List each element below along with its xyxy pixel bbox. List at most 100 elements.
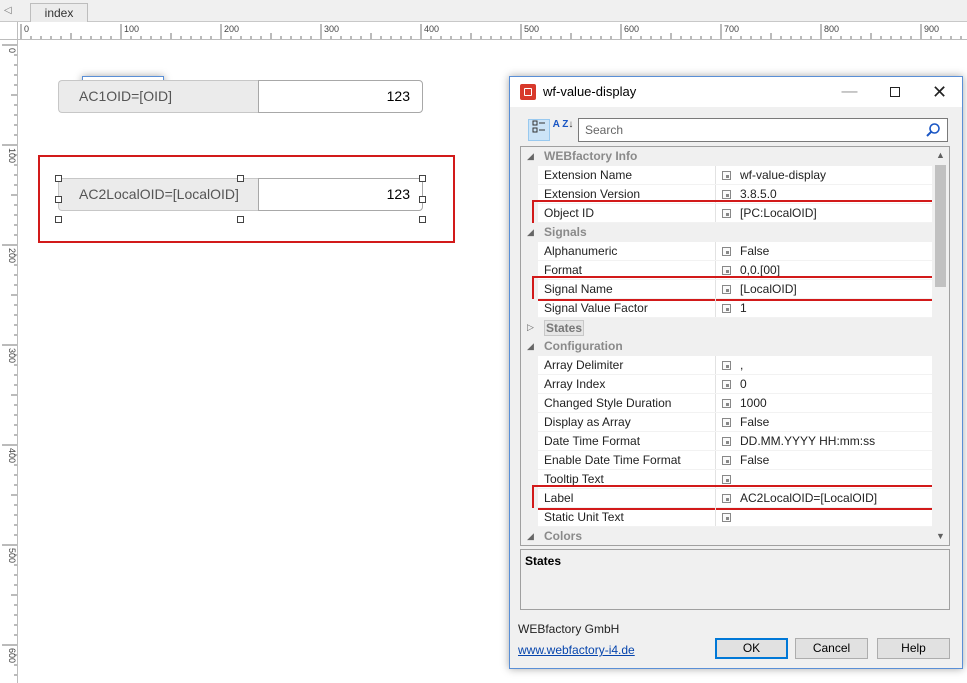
- resize-handle-right[interactable]: [419, 196, 426, 203]
- row-gutter: [521, 432, 538, 451]
- scroll-up-icon[interactable]: ▲: [932, 147, 949, 164]
- property-row[interactable]: Alphanumeric False: [521, 242, 933, 261]
- ruler-label: 100: [7, 148, 17, 163]
- value-display-widget-2[interactable]: AC2LocalOID=[LocalOID] 123: [58, 178, 423, 211]
- column-separator: [715, 356, 716, 375]
- collapse-icon[interactable]: ◢: [527, 527, 537, 545]
- property-value[interactable]: False: [740, 451, 769, 470]
- property-editor-icon[interactable]: [722, 418, 731, 427]
- close-button[interactable]: ✕: [917, 77, 962, 107]
- property-grid-scrollbar[interactable]: ▲ ▼: [932, 147, 949, 545]
- property-value[interactable]: False: [740, 413, 769, 432]
- help-pane-title: States: [525, 554, 562, 568]
- ruler-label: 800: [824, 24, 839, 34]
- property-editor-icon[interactable]: [722, 456, 731, 465]
- search-input[interactable]: [585, 122, 915, 138]
- value-display-widget-1[interactable]: AC1OID=[OID] 123: [58, 80, 423, 113]
- collapse-icon[interactable]: ◢: [527, 223, 537, 242]
- horizontal-ruler-ticks: 0 100 200 300 400 500 600 700 800 900: [20, 24, 962, 39]
- property-row[interactable]: Date Time Format DD.MM.YYYY HH:mm:ss: [521, 432, 933, 451]
- property-editor-icon[interactable]: [722, 399, 731, 408]
- expand-icon[interactable]: ▷: [527, 318, 537, 337]
- row-gutter: [521, 508, 538, 527]
- category-row[interactable]: ▷ States: [521, 318, 933, 337]
- property-value[interactable]: 1: [740, 299, 747, 318]
- property-editor-icon[interactable]: [722, 247, 731, 256]
- category-name: Signals: [544, 225, 587, 239]
- ruler-label: 500: [7, 548, 17, 563]
- property-editor-icon[interactable]: [722, 266, 731, 275]
- alphabetical-sort-button[interactable]: A Z↓: [552, 119, 574, 141]
- property-editor-icon[interactable]: [722, 304, 731, 313]
- ruler-label: 600: [7, 648, 17, 663]
- property-row[interactable]: Signal Value Factor 1: [521, 299, 933, 318]
- property-editor-icon[interactable]: [722, 171, 731, 180]
- resize-handle-top-left[interactable]: [55, 175, 62, 182]
- property-editor-icon[interactable]: [722, 475, 731, 484]
- category-row[interactable]: ◢ Signals: [521, 223, 933, 242]
- search-box[interactable]: [578, 118, 948, 142]
- category-name: States: [544, 320, 585, 336]
- ok-button[interactable]: OK: [715, 638, 788, 659]
- property-value[interactable]: 0: [740, 375, 747, 394]
- ruler-label: 700: [724, 24, 739, 34]
- widget-2-value: 123: [258, 178, 423, 211]
- property-value[interactable]: ,: [740, 356, 743, 375]
- category-row[interactable]: ◢ WEBfactory Info: [521, 147, 933, 166]
- scrollbar-thumb[interactable]: [935, 165, 946, 287]
- collapse-icon[interactable]: ◢: [527, 147, 537, 166]
- category-row[interactable]: ◢ Colors: [521, 527, 933, 545]
- ruler-corner: [0, 22, 18, 40]
- tab-index[interactable]: index: [30, 3, 88, 22]
- property-value[interactable]: DD.MM.YYYY HH:mm:ss: [740, 432, 875, 451]
- property-value[interactable]: False: [740, 242, 769, 261]
- maximize-button[interactable]: [872, 77, 917, 107]
- property-row[interactable]: Static Unit Text: [521, 508, 933, 527]
- column-separator: [715, 375, 716, 394]
- column-separator: [715, 508, 716, 527]
- property-row[interactable]: Display as Array False: [521, 413, 933, 432]
- property-toolbar: A Z↓: [520, 117, 952, 143]
- property-editor-icon[interactable]: [722, 513, 731, 522]
- ruler-label: 400: [7, 448, 17, 463]
- collapse-icon[interactable]: ◢: [527, 337, 537, 356]
- dialog-title: wf-value-display: [543, 84, 637, 99]
- categorized-view-button[interactable]: [528, 119, 550, 141]
- resize-handle-left[interactable]: [55, 196, 62, 203]
- tab-index-label: index: [44, 6, 74, 20]
- highlight-box: [532, 200, 935, 225]
- resize-handle-bottom-left[interactable]: [55, 216, 62, 223]
- property-value[interactable]: wf-value-display: [740, 166, 826, 185]
- property-row[interactable]: Extension Name wf-value-display: [521, 166, 933, 185]
- property-editor-icon[interactable]: [722, 361, 731, 370]
- resize-handle-top-right[interactable]: [419, 175, 426, 182]
- company-website-link[interactable]: www.webfactory-i4.de: [518, 643, 635, 657]
- property-editor-icon[interactable]: [722, 437, 731, 446]
- resize-handle-bottom[interactable]: [237, 216, 244, 223]
- property-value[interactable]: 1000: [740, 394, 767, 413]
- property-editor-icon[interactable]: [722, 190, 731, 199]
- search-icon[interactable]: [925, 122, 941, 138]
- scroll-down-icon[interactable]: ▼: [932, 528, 949, 545]
- property-row[interactable]: Array Index 0: [521, 375, 933, 394]
- property-row[interactable]: Enable Date Time Format False: [521, 451, 933, 470]
- row-gutter: [521, 375, 538, 394]
- row-gutter: [521, 451, 538, 470]
- category-row[interactable]: ◢ Configuration: [521, 337, 933, 356]
- property-row[interactable]: Changed Style Duration 1000: [521, 394, 933, 413]
- tab-scroll-left-icon[interactable]: ◁: [4, 5, 14, 17]
- property-dialog: wf-value-display — ✕ A Z↓ ◢ WEBfactory In…: [509, 76, 963, 669]
- property-name: Changed Style Duration: [544, 396, 672, 410]
- resize-handle-top[interactable]: [237, 175, 244, 182]
- property-editor-icon[interactable]: [722, 380, 731, 389]
- ruler-label: 300: [324, 24, 339, 34]
- ruler-label: 500: [524, 24, 539, 34]
- property-row[interactable]: Array Delimiter,: [521, 356, 933, 375]
- help-button[interactable]: Help: [877, 638, 950, 659]
- resize-handle-bottom-right[interactable]: [419, 216, 426, 223]
- property-name: Extension Name: [544, 168, 633, 182]
- property-name: Date Time Format: [544, 434, 641, 448]
- column-separator: [715, 413, 716, 432]
- dialog-titlebar[interactable]: wf-value-display — ✕: [510, 77, 962, 107]
- cancel-button[interactable]: Cancel: [795, 638, 868, 659]
